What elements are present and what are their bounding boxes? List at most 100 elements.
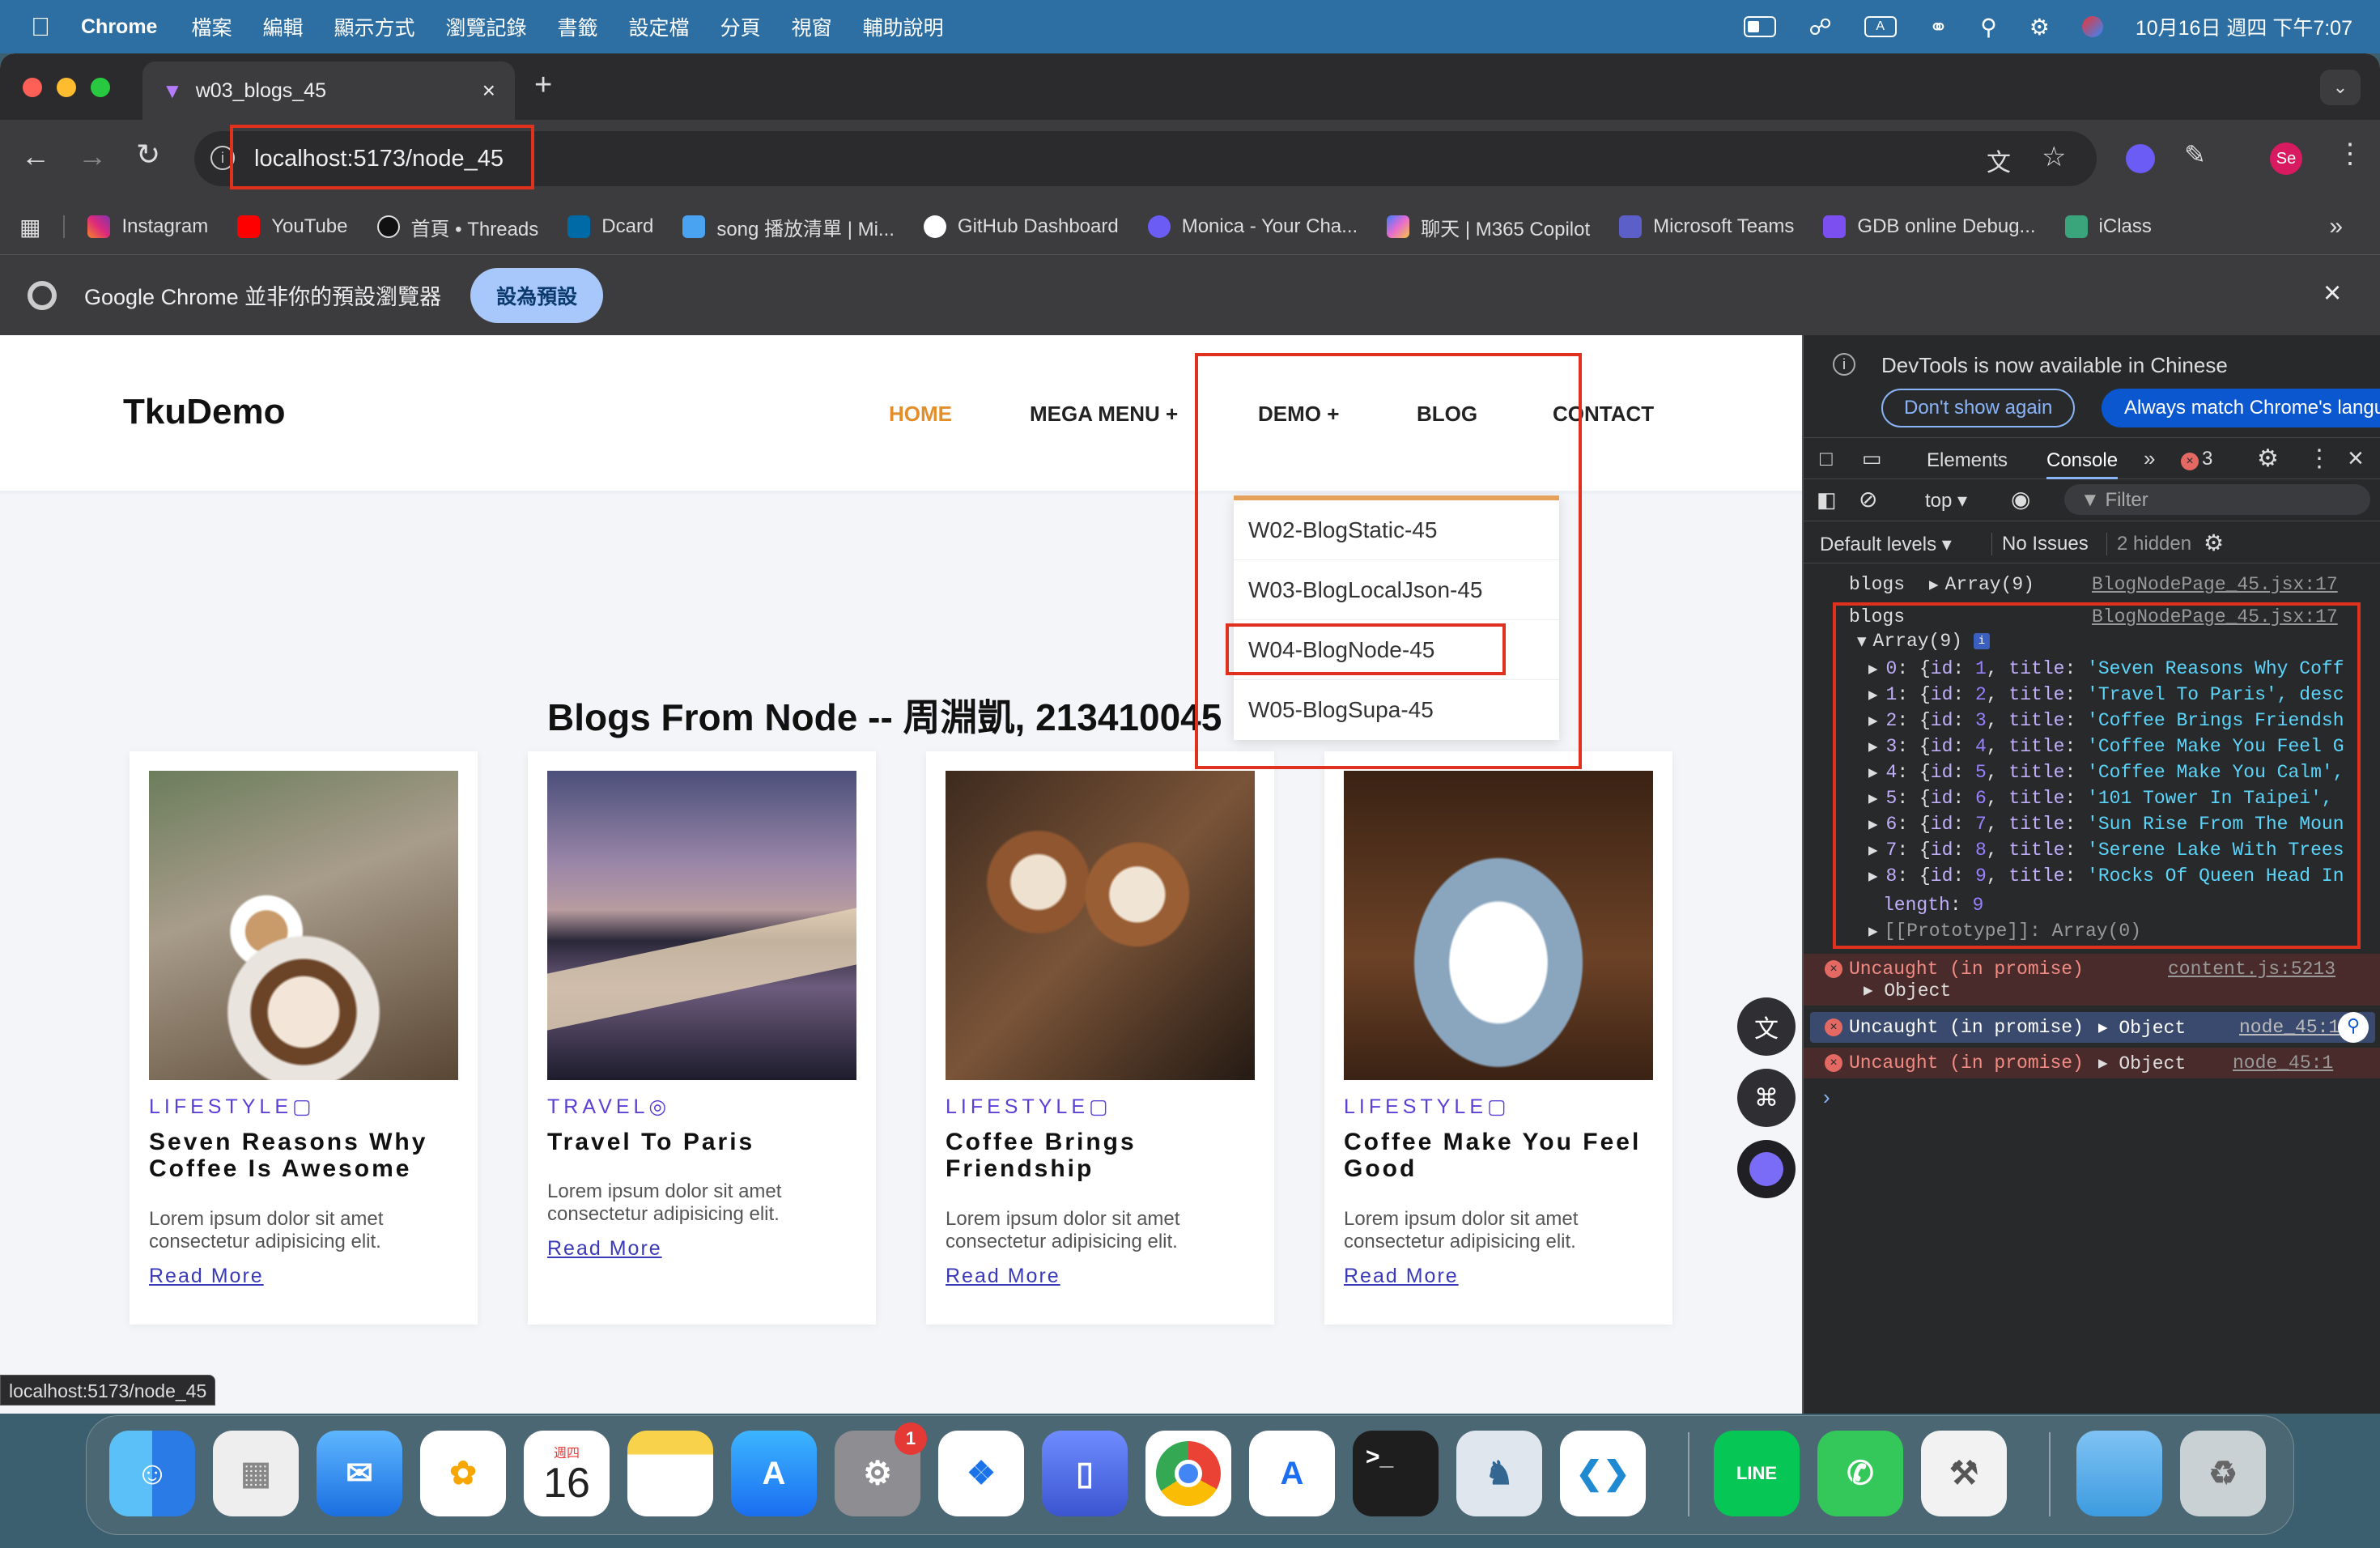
card-image[interactable] — [946, 771, 1255, 1080]
notes-icon[interactable] — [627, 1431, 713, 1516]
expand-arrow-icon[interactable]: ▸ — [1868, 788, 1878, 810]
mail-icon[interactable]: ✉ — [317, 1431, 402, 1516]
infobar-close-icon[interactable]: × — [2323, 276, 2341, 311]
bookmark-github[interactable]: GitHub Dashboard — [923, 215, 1119, 238]
link-icon[interactable]: ⚭ — [1929, 14, 1948, 40]
console-filter-input[interactable]: ▼ Filter — [2064, 484, 2370, 515]
profile-avatar[interactable]: Se — [2270, 142, 2302, 175]
card-title[interactable]: Seven Reasons Why Coffee Is Awesome — [149, 1129, 465, 1182]
bookmark-youtube[interactable]: YouTube — [237, 215, 348, 238]
console-prompt[interactable]: › — [1823, 1085, 1830, 1110]
error-source-link[interactable]: content.js:5213 — [2168, 959, 2335, 980]
menubar-bookmarks[interactable]: 書籤 — [558, 12, 598, 41]
menubar-window[interactable]: 視窗 — [792, 12, 832, 41]
reload-icon[interactable]: ↻ — [136, 138, 160, 172]
sidebar-toggle-icon[interactable]: ◧ — [1817, 487, 1837, 512]
line-icon[interactable]: LINE — [1714, 1431, 1800, 1516]
dropdown-item-w02[interactable]: W02-BlogStatic-45 — [1234, 500, 1559, 560]
card-title[interactable]: Coffee Make You Feel Good — [1344, 1129, 1660, 1182]
issues-link[interactable]: No Issues — [1991, 533, 2089, 555]
chrome-icon[interactable] — [1145, 1431, 1231, 1516]
dropdown-item-w05[interactable]: W05-BlogSupa-45 — [1234, 680, 1559, 740]
nav-demo[interactable]: DEMO + — [1258, 402, 1339, 427]
array-entry-row[interactable]: ▸ 6: {id: 7, title: 'Sun Rise From The Mo… — [1804, 810, 2380, 839]
expand-arrow-icon[interactable]: ▸ — [1868, 710, 1878, 732]
expand-arrow-icon[interactable]: ▸ — [1868, 762, 1878, 784]
card-title[interactable]: Travel To Paris — [547, 1129, 863, 1155]
expand-arrow-icon[interactable]: ▸ — [1868, 658, 1878, 680]
array-entry-row[interactable]: ▸ 7: {id: 8, title: 'Serene Lake With Tre… — [1804, 836, 2380, 865]
tab-elements[interactable]: Elements — [1927, 449, 2008, 472]
nav-contact[interactable]: CONTACT — [1553, 402, 1654, 427]
menubar-app-name[interactable]: Chrome — [81, 15, 157, 39]
site-logo[interactable]: TkuDemo — [123, 392, 285, 432]
settings-gear-icon[interactable]: ⚙ — [2257, 444, 2279, 473]
collapse-arrow-icon[interactable]: ▾ — [1857, 631, 1867, 653]
trash-icon[interactable]: ♻ — [2180, 1431, 2266, 1516]
console-settings-icon[interactable]: ⚙ — [2204, 529, 2224, 556]
expand-arrow-icon[interactable]: ▸ — [1868, 921, 1878, 942]
phone-icon[interactable]: ✆ — [1817, 1431, 1903, 1516]
safari-icon[interactable]: ❖ — [938, 1431, 1024, 1516]
bookmark-iclass[interactable]: iClass — [2064, 215, 2152, 238]
bookmark-copilot[interactable]: 聊天 | M365 Copilot — [1387, 213, 1590, 241]
input-source-icon[interactable]: A — [1864, 16, 1897, 37]
dropdown-item-w04[interactable]: W04-BlogNode-45 — [1234, 620, 1559, 680]
monica-extension-icon[interactable] — [2126, 144, 2155, 173]
error-detail[interactable]: ▸ Object — [2098, 1053, 2186, 1074]
error-source-link[interactable]: node_45:1 — [2233, 1053, 2333, 1074]
expand-arrow-icon[interactable]: ▸ — [1868, 865, 1878, 887]
menubar-tab[interactable]: 分頁 — [720, 12, 761, 41]
array-entry-row[interactable]: ▸ 0: {id: 1, title: 'Seven Reasons Why Co… — [1804, 654, 2380, 683]
extensions-puzzle-icon[interactable]: ✎ — [2184, 139, 2206, 170]
live-expression-eye-icon[interactable]: ◉ — [2011, 486, 2030, 512]
site-info-icon[interactable]: i — [210, 146, 235, 170]
array-header[interactable]: ▾ Array(9) i — [1804, 627, 2380, 656]
card-title[interactable]: Coffee Brings Friendship — [946, 1129, 1261, 1182]
bookmark-dcard[interactable]: Dcard — [567, 215, 653, 238]
ai-assist-icon[interactable]: ⚲ — [2338, 1012, 2369, 1043]
menubar-view[interactable]: 顯示方式 — [334, 12, 415, 41]
dont-show-again-button[interactable]: Don't show again — [1881, 389, 2076, 427]
bookmark-gdb[interactable]: GDB online Debug... — [1823, 215, 2036, 238]
array-entry-row[interactable]: ▸ 2: {id: 3, title: 'Coffee Brings Friend… — [1804, 706, 2380, 735]
chrome-menu-icon[interactable]: ⋮ — [2336, 138, 2364, 170]
error-source-link[interactable]: node_45:1 — [2239, 1017, 2340, 1038]
close-devtools-icon[interactable]: × — [2348, 443, 2364, 474]
apps-grid-icon[interactable]: ▦ — [19, 214, 40, 240]
translate-icon[interactable]: 文 — [1987, 142, 2011, 178]
menubar-help[interactable]: 輔助說明 — [863, 12, 944, 41]
console-log-row[interactable]: blogs ▸ Array(9) BlogNodePage_45.jsx:17 — [1804, 570, 2380, 599]
vscode-icon[interactable]: ❮❯ — [1560, 1431, 1646, 1516]
expand-arrow-icon[interactable]: ▸ — [1868, 840, 1878, 861]
more-bookmarks-icon[interactable]: » — [2329, 213, 2343, 240]
log-source-link[interactable]: BlogNodePage_45.jsx:17 — [2092, 606, 2338, 627]
expand-arrow-icon[interactable]: ▸ — [1868, 736, 1878, 758]
bookmark-song[interactable]: song 播放清單 | Mi... — [682, 213, 895, 241]
forward-icon[interactable]: → — [78, 139, 107, 173]
finder-icon[interactable]: ☺ — [109, 1431, 195, 1516]
prototype-row[interactable]: ▸ [[Prototype]]: Array(0) — [1804, 916, 2380, 946]
card-image[interactable] — [149, 771, 458, 1080]
expand-arrow-icon[interactable]: ▸ — [1868, 814, 1878, 836]
error-count-badge[interactable]: × 3 — [2181, 448, 2212, 470]
inspect-element-icon[interactable]: □ — [1820, 446, 1833, 471]
read-more-link[interactable]: Read More — [1344, 1265, 1459, 1288]
array-entry-row[interactable]: ▸ 3: {id: 4, title: 'Coffee Make You Feel… — [1804, 732, 2380, 761]
photos-icon[interactable]: ✿ — [420, 1431, 506, 1516]
log-source-link[interactable]: BlogNodePage_45.jsx:17 — [2092, 574, 2338, 595]
read-more-link[interactable]: Read More — [149, 1265, 264, 1288]
bookmark-instagram[interactable]: Instagram — [87, 215, 208, 238]
launchpad-icon[interactable]: ▦ — [213, 1431, 299, 1516]
downloads-folder-icon[interactable] — [2076, 1431, 2162, 1516]
tab-console[interactable]: Console — [2046, 449, 2119, 479]
xcode-instruments-icon[interactable]: A — [1249, 1431, 1335, 1516]
monica-fab[interactable] — [1737, 1140, 1796, 1198]
device-toolbar-icon[interactable]: ▭ — [1862, 446, 1882, 471]
close-tab-icon[interactable]: × — [482, 78, 495, 104]
more-tabs-icon[interactable]: » — [2144, 446, 2155, 471]
close-window-button[interactable] — [23, 78, 42, 97]
tab-search-button[interactable]: ⌄ — [2320, 70, 2361, 105]
terminal-icon[interactable]: >_ — [1353, 1431, 1439, 1516]
postgresql-icon[interactable]: ♞ — [1456, 1431, 1542, 1516]
